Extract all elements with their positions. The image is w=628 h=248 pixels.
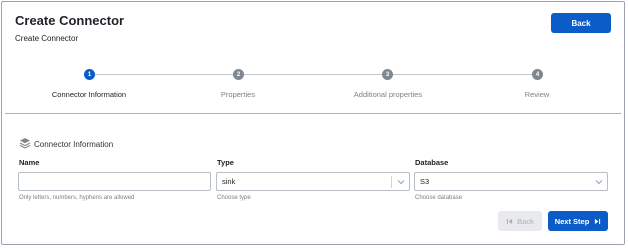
step-2-label: Properties <box>220 90 256 99</box>
database-select[interactable]: S3 <box>414 172 608 191</box>
stepper-connector-line <box>95 74 233 75</box>
section-title: Connector Information <box>34 140 114 149</box>
type-select[interactable]: sink <box>216 172 410 191</box>
stepper-connector-line <box>393 74 532 75</box>
step-3-label: Additional properties <box>353 90 423 99</box>
skip-forward-icon <box>595 218 601 224</box>
database-label: Database <box>415 158 449 167</box>
step-2-indicator[interactable]: 2 <box>233 69 244 80</box>
database-helper-text: Choose database <box>415 195 463 201</box>
select-separator <box>391 176 392 188</box>
layers-icon <box>19 138 31 149</box>
step-1-label: Connector Information <box>51 90 127 99</box>
stepper-connector-line <box>244 74 382 75</box>
name-label: Name <box>19 158 40 167</box>
previous-step-label: Back <box>517 216 534 226</box>
step-1-indicator[interactable]: 1 <box>84 69 95 80</box>
step-4-indicator[interactable]: 4 <box>532 69 543 80</box>
type-helper-text: Choose type <box>217 195 251 201</box>
chevron-down-icon[interactable] <box>595 178 603 186</box>
step-3-indicator[interactable]: 3 <box>382 69 393 80</box>
database-select-value: S3 <box>420 177 430 186</box>
chevron-down-icon[interactable] <box>397 178 405 186</box>
skip-back-icon <box>507 218 513 224</box>
page-title: Create Connector <box>15 13 125 28</box>
name-input[interactable] <box>18 172 211 191</box>
type-label: Type <box>217 158 234 167</box>
breadcrumb[interactable]: Create Connector <box>15 34 78 43</box>
back-button[interactable]: Back <box>551 13 611 33</box>
header-divider <box>5 113 621 114</box>
create-connector-panel <box>1 1 625 245</box>
step-4-label: Review <box>524 90 550 99</box>
previous-step-button[interactable]: Back <box>498 211 542 231</box>
name-helper-text: Only letters, numbers, hyphens are allow… <box>19 195 135 201</box>
type-select-value: sink <box>222 177 236 186</box>
next-step-label: Next Step <box>554 216 590 226</box>
next-step-button[interactable]: Next Step <box>548 211 608 231</box>
